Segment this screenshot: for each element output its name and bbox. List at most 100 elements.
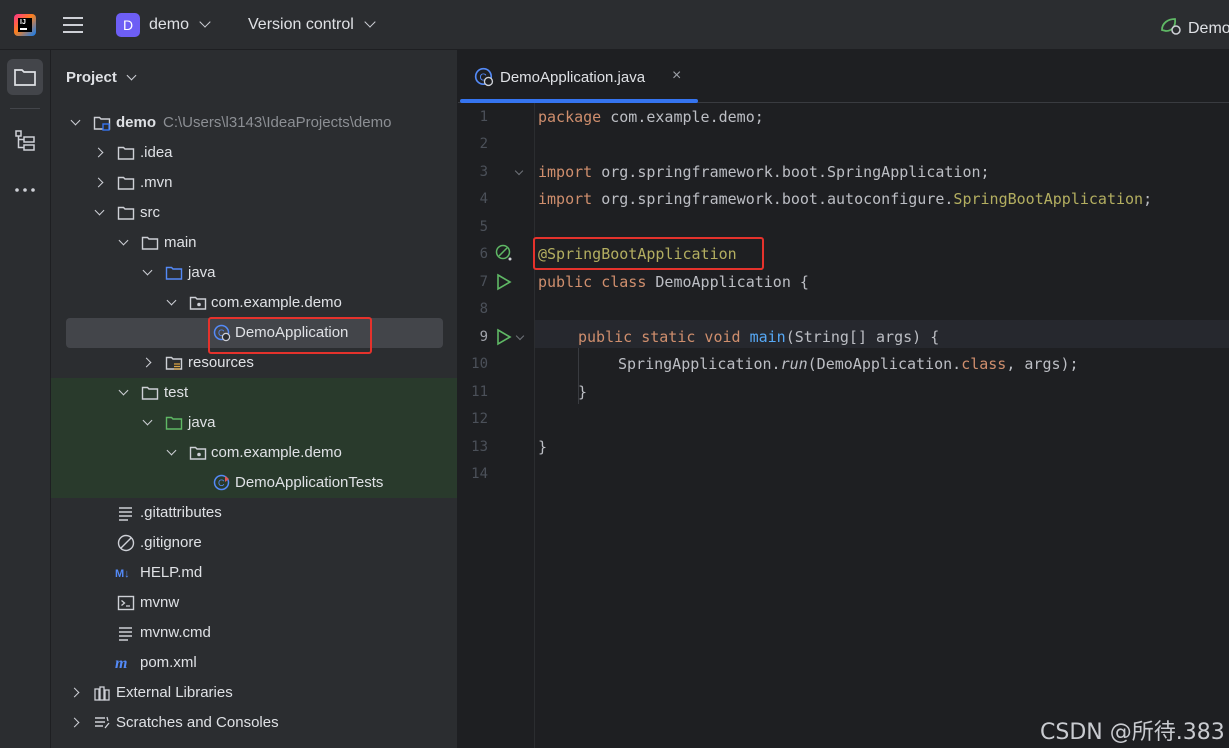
tree-item-main-package[interactable]: com.example.demo bbox=[51, 288, 457, 318]
tree-item-label: HELP.md bbox=[140, 564, 203, 581]
spring-boot-class-icon: C bbox=[474, 67, 494, 87]
folder-icon bbox=[141, 386, 159, 400]
line-number: 11 bbox=[471, 384, 488, 400]
code-line-3[interactable]: import org.springframework.boot.SpringAp… bbox=[538, 161, 990, 183]
folder-icon bbox=[141, 236, 159, 250]
chevron-down-icon[interactable] bbox=[166, 445, 177, 456]
code-line-9[interactable]: public static void main(String[] args) { bbox=[578, 326, 939, 348]
run-configuration-selector[interactable]: Demo bbox=[1160, 16, 1229, 38]
structure-tool-button[interactable] bbox=[7, 122, 43, 158]
tree-item-mvnw[interactable]: mvnw bbox=[51, 588, 457, 618]
project-badge[interactable]: D bbox=[116, 13, 140, 37]
maven-icon: m bbox=[115, 655, 127, 672]
fold-icon[interactable] bbox=[514, 166, 524, 176]
tree-item-src[interactable]: src bbox=[51, 198, 457, 228]
project-path: C:\Users\l3143\IdeaProjects\demo bbox=[163, 114, 392, 131]
chevron-right-icon[interactable] bbox=[141, 357, 152, 368]
run-icon[interactable] bbox=[496, 328, 512, 346]
line-number: 7 bbox=[479, 274, 488, 290]
chevron-right-icon[interactable] bbox=[93, 177, 104, 188]
editor-tab-bar: C DemoApplication.java × bbox=[458, 50, 1229, 103]
tree-item-main[interactable]: main bbox=[51, 228, 457, 258]
more-tools-button[interactable] bbox=[7, 172, 43, 208]
chevron-down-icon[interactable] bbox=[118, 385, 129, 396]
project-panel-header[interactable]: Project bbox=[66, 69, 137, 86]
chevron-right-icon[interactable] bbox=[69, 717, 80, 728]
project-switcher[interactable]: demo bbox=[149, 16, 212, 34]
libraries-icon bbox=[94, 686, 110, 701]
panel-title: Project bbox=[66, 69, 117, 86]
tree-item-label: External Libraries bbox=[116, 684, 233, 701]
tree-item-gitattributes[interactable]: .gitattributes bbox=[51, 498, 457, 528]
tree-item-pom-xml[interactable]: m pom.xml bbox=[51, 648, 457, 678]
close-icon[interactable]: × bbox=[672, 67, 681, 85]
divider bbox=[10, 108, 40, 109]
tree-item-main-java[interactable]: java bbox=[51, 258, 457, 288]
fold-icon[interactable] bbox=[515, 331, 525, 341]
chevron-down-icon[interactable] bbox=[70, 115, 81, 126]
line-number: 5 bbox=[479, 219, 488, 235]
run-icon[interactable] bbox=[496, 273, 512, 291]
tree-item-label: Scratches and Consoles bbox=[116, 714, 279, 731]
tab-demo-application-java[interactable]: C DemoApplication.java × bbox=[458, 50, 699, 103]
code-editor[interactable]: C DemoApplication.java × 1 2 3 4 5 6 7 8… bbox=[458, 50, 1229, 748]
text-file-icon bbox=[119, 627, 132, 641]
chevron-down-icon[interactable] bbox=[142, 415, 153, 426]
chevron-right-icon[interactable] bbox=[93, 147, 104, 158]
tree-item-resources[interactable]: resources bbox=[51, 348, 457, 378]
chevron-down-icon[interactable] bbox=[142, 265, 153, 276]
chevron-right-icon[interactable] bbox=[69, 687, 80, 698]
code-line-10[interactable]: SpringApplication.run(DemoApplication.cl… bbox=[618, 353, 1079, 375]
run-config-name: Demo bbox=[1188, 20, 1229, 37]
line-number: 1 bbox=[479, 109, 488, 125]
tree-item-external-libraries[interactable]: External Libraries bbox=[51, 678, 457, 708]
svg-text:M↓: M↓ bbox=[115, 568, 130, 580]
project-tool-window: Project demo C:\Users\l3143\IdeaProjects\… bbox=[51, 50, 458, 748]
main-menu-icon[interactable] bbox=[63, 15, 85, 35]
tree-item-demo[interactable]: demo C:\Users\l3143\IdeaProjects\demo bbox=[51, 108, 457, 138]
tree-item-demo-application-tests[interactable]: C DemoApplicationTests bbox=[51, 468, 457, 498]
code-line-13[interactable]: } bbox=[538, 436, 547, 458]
tree-item-label: .idea bbox=[140, 144, 173, 161]
vcs-menu[interactable]: Version control bbox=[248, 16, 376, 34]
tree-item-idea[interactable]: .idea bbox=[51, 138, 457, 168]
tree-item-label: demo bbox=[116, 114, 157, 131]
line-number: 12 bbox=[471, 411, 488, 427]
scratches-icon bbox=[95, 716, 110, 729]
code-line-4[interactable]: import org.springframework.boot.autoconf… bbox=[538, 188, 1152, 210]
active-tab-indicator bbox=[460, 99, 698, 103]
structure-icon bbox=[15, 130, 35, 151]
intellij-logo-icon[interactable]: IJ bbox=[14, 14, 36, 36]
line-number: 4 bbox=[479, 191, 488, 207]
chevron-down-icon bbox=[364, 16, 376, 28]
tree-item-label: java bbox=[188, 414, 216, 431]
tree-item-mvnw-cmd[interactable]: mvnw.cmd bbox=[51, 618, 457, 648]
tree-item-label: com.example.demo bbox=[211, 294, 342, 311]
tool-window-strip bbox=[0, 50, 51, 748]
line-number: 9 bbox=[479, 329, 488, 345]
tree-item-label: java bbox=[188, 264, 216, 281]
tree-item-scratches[interactable]: Scratches and Consoles bbox=[51, 708, 457, 738]
chevron-down-icon bbox=[199, 16, 212, 28]
tree-item-label: pom.xml bbox=[140, 654, 197, 671]
vcs-menu-label: Version control bbox=[248, 16, 354, 33]
line-number: 14 bbox=[471, 466, 488, 482]
tree-item-help-md[interactable]: M↓ HELP.md bbox=[51, 558, 457, 588]
code-line-7[interactable]: public class DemoApplication { bbox=[538, 271, 809, 293]
code-line-1[interactable]: package com.example.demo; bbox=[538, 106, 764, 128]
tree-item-gitignore[interactable]: .gitignore bbox=[51, 528, 457, 558]
tree-item-test-package[interactable]: com.example.demo bbox=[51, 438, 457, 468]
resources-folder-icon bbox=[165, 356, 183, 370]
code-line-11[interactable]: } bbox=[578, 381, 587, 403]
tree-item-label: .mvn bbox=[140, 174, 173, 191]
project-tool-button[interactable] bbox=[7, 59, 43, 95]
tree-item-test-java[interactable]: java bbox=[51, 408, 457, 438]
tree-item-test[interactable]: test bbox=[51, 378, 457, 408]
chevron-down-icon[interactable] bbox=[94, 205, 105, 216]
chevron-down-icon[interactable] bbox=[166, 295, 177, 306]
spring-bean-icon[interactable] bbox=[495, 244, 515, 264]
tree-item-mvn[interactable]: .mvn bbox=[51, 168, 457, 198]
spring-boot-run-config-icon bbox=[1161, 18, 1181, 35]
chevron-down-icon[interactable] bbox=[118, 235, 129, 246]
line-number: 2 bbox=[479, 136, 488, 152]
